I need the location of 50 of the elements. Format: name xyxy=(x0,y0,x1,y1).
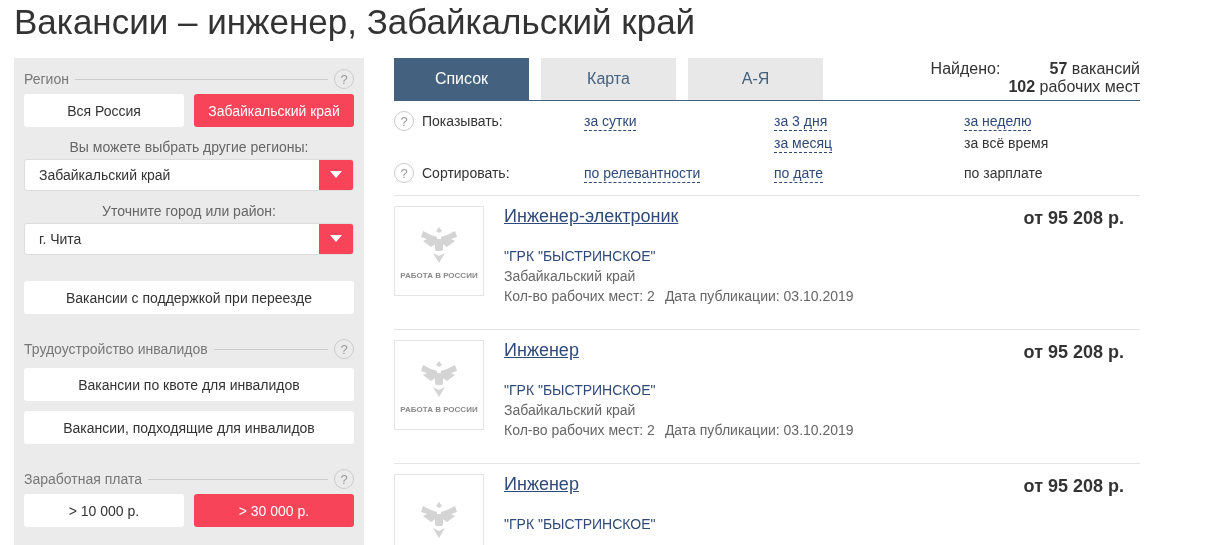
field-caption: Уточните город или район: xyxy=(101,203,277,219)
filter-link[interactable]: по зарплате xyxy=(964,165,1043,183)
view-tab[interactable]: Список xyxy=(394,58,529,100)
filter-link[interactable]: за месяц xyxy=(774,135,833,153)
logo-caption: РАБОТА В РОССИИ xyxy=(400,270,478,280)
publication-date: Дата публикации: 03.10.2019 xyxy=(664,421,854,440)
employer-name: "ГРК "БЫСТРИНСКОЕ" xyxy=(504,515,657,534)
filter-link[interactable]: за всё время xyxy=(964,135,1049,153)
filter-button[interactable]: Вакансии с поддержкой при переезде xyxy=(24,281,354,314)
found-label: Найдено: xyxy=(930,60,1001,79)
filter-link[interactable]: за неделю xyxy=(964,113,1032,131)
section-title: Заработная плата xyxy=(24,471,142,487)
page-title: Вакансии – инженер, Забайкальский край xyxy=(14,1,697,43)
filter-label: Сортировать: xyxy=(421,165,511,181)
vacancy-title-link[interactable]: Инженер xyxy=(504,474,579,494)
caret-icon xyxy=(330,171,342,179)
salary: от 95 208 р. xyxy=(1023,207,1124,230)
logo-caption: РАБОТА В РОССИИ xyxy=(400,404,478,414)
employer-name: "ГРК "БЫСТРИНСКОЕ" xyxy=(504,381,657,400)
view-tab[interactable]: А-Я xyxy=(688,58,823,100)
vacancy-region: Забайкальский край xyxy=(504,401,637,420)
filter-label: Показывать: xyxy=(421,113,504,129)
workplaces-count: Кол-во рабочих мест: 2 xyxy=(504,421,655,440)
filter-button[interactable]: Вакансии, подходящие для инвалидов xyxy=(24,411,354,444)
filter-link[interactable]: по дате xyxy=(774,165,823,183)
filter-toggle[interactable]: Вся Россия xyxy=(24,94,184,127)
filter-toggle[interactable]: Забайкальский край xyxy=(194,94,354,127)
filter-link[interactable]: по релевантности xyxy=(584,165,701,183)
found-count: 57 вакансий xyxy=(1048,60,1140,78)
publication-date: Дата публикации: 03.10.2019 xyxy=(664,287,854,306)
filter-toggle[interactable]: > 10 000 р. xyxy=(24,494,184,527)
dropdown-field[interactable]: г. Чита xyxy=(24,223,354,255)
vacancy-title-link[interactable]: Инженер-электроник xyxy=(504,206,679,226)
filter-button[interactable]: Вакансии по квоте для инвалидов xyxy=(24,368,354,401)
salary: от 95 208 р. xyxy=(1023,341,1124,364)
view-tab[interactable]: Карта xyxy=(541,58,676,100)
salary: от 95 208 р. xyxy=(1023,475,1124,498)
dropdown-field[interactable]: Забайкальский край xyxy=(24,159,354,191)
workplaces-count: Кол-во рабочих мест: 2 xyxy=(504,287,655,306)
found-count: 102 рабочих мест xyxy=(1008,78,1140,96)
filter-toggle[interactable]: > 30 000 р. xyxy=(194,494,354,527)
filter-link[interactable]: за сутки xyxy=(584,113,637,131)
section-title: Трудоустройство инвалидов xyxy=(24,341,208,357)
employer-name: "ГРК "БЫСТРИНСКОЕ" xyxy=(504,247,657,266)
filter-link[interactable]: за 3 дня xyxy=(774,113,828,131)
field-caption: Вы можете выбрать другие регионы: xyxy=(68,139,310,155)
section-title: Регион xyxy=(24,71,69,87)
vacancy-region: Забайкальский край xyxy=(504,267,637,286)
vacancy-title-link[interactable]: Инженер xyxy=(504,340,579,360)
caret-icon xyxy=(330,235,342,243)
